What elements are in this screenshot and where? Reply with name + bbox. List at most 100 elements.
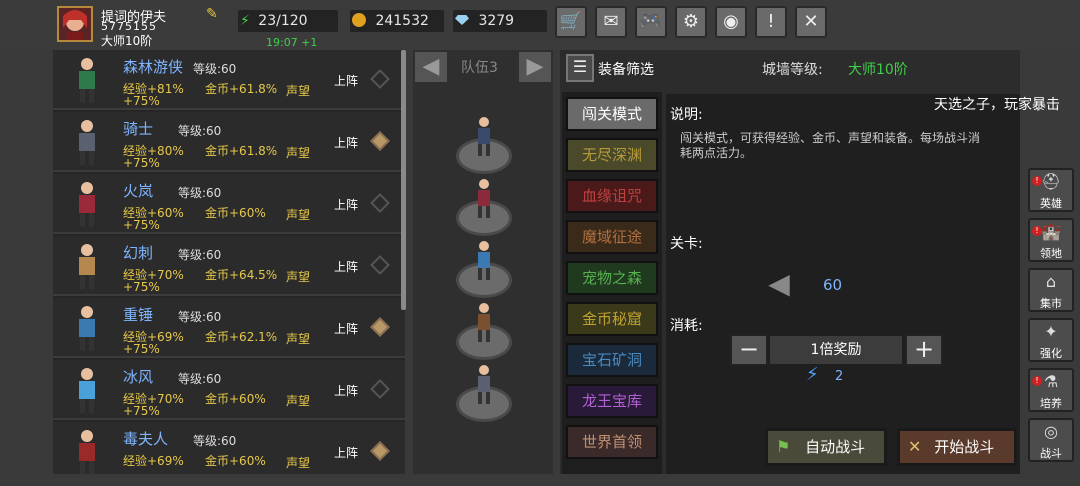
gold-value: 241532 [375,13,429,29]
stage-prev-arrow-icon[interactable]: ◀ [765,268,793,300]
mode-tab[interactable]: 宝石矿洞 [566,343,658,377]
team-prev-arrow-icon[interactable]: ◀ [415,52,447,82]
hero-sprite-icon [79,244,95,289]
mail-button[interactable]: ✉ [595,6,627,38]
hero-row[interactable]: 幻刺 等级:60 经验+70% 金币+64.5% 声望 +75% 上阵 [53,236,405,296]
deploy-button[interactable]: 上阵 [334,444,358,461]
team-hero-sprite-icon [478,303,490,342]
mode-tab[interactable]: 闯关模式 [566,97,658,131]
mode-tab[interactable]: 无尽深渊 [566,138,658,172]
lightning-icon: ⚡ [806,364,819,385]
wall-level-value: 大师10阶 [848,62,908,78]
deploy-toggle-icon[interactable] [370,255,390,275]
lightning-icon: ⚡ [240,13,250,29]
gamepad-button[interactable]: 🎮 [635,6,667,38]
hero-gold-bonus: 金币+61.8% [205,144,278,158]
deploy-toggle-icon[interactable] [370,69,390,89]
start-battle-label: 开始战斗 [934,438,995,456]
event-icon: ! [767,11,775,32]
increase-multiplier-button[interactable]: + [905,334,943,366]
team-title: 队伍3 [461,60,498,76]
hero-row[interactable]: 火岚 等级:60 经验+60% 金币+60% 声望 +75% 上阵 [53,174,405,234]
upgrade-icon: ✦ [1044,322,1058,341]
wheel-button[interactable]: ◉ [715,6,747,38]
avatar[interactable] [57,6,93,42]
deploy-button[interactable]: 上阵 [334,72,358,89]
deploy-toggle-icon[interactable] [370,131,390,151]
decrease-multiplier-button[interactable]: − [730,334,768,366]
side-nav-upgrade[interactable]: ✦ 强化 [1028,318,1074,362]
mode-tab[interactable]: 世界首领 [566,425,658,459]
hero-name: 骑士 [123,120,154,138]
menu-icon[interactable]: ☰ [566,54,594,82]
hero-fame-bonus: +75% [123,404,160,418]
crossed-swords-button[interactable]: ✕ [795,6,827,38]
hero-name: 幻刺 [123,244,154,262]
side-nav-castle[interactable]: 🏰 ! 领地 [1028,218,1074,262]
hero-name: 冰风 [123,368,154,386]
deploy-toggle-icon[interactable] [370,317,390,337]
stage-title: 关卡: [670,236,703,252]
team-hero-sprite-icon [478,117,490,156]
equipment-filter-label[interactable]: 装备筛选 [598,59,654,79]
hero-row[interactable]: 重锤 等级:60 经验+69% 金币+62.1% 声望 +75% 上阵 [53,298,405,358]
mode-tab[interactable]: 血缘诅咒 [566,179,658,213]
portal-icon: ◎ [1044,422,1058,441]
side-nav-portal[interactable]: ◎ 战斗 [1028,418,1074,462]
deploy-button[interactable]: 上阵 [334,134,358,151]
hero-row[interactable]: 骑士 等级:60 经验+80% 金币+61.8% 声望 +75% 上阵 [53,112,405,172]
alert-badge-icon: ! [1032,226,1042,236]
player-rank: 大师10阶 [101,34,153,48]
mode-tab[interactable]: 魔域征途 [566,220,658,254]
hero-level: 等级:60 [193,62,237,76]
hero-sprite-icon [79,368,95,413]
hero-name: 火岚 [123,182,154,200]
reward-multiplier: 1倍奖励 [770,336,902,364]
stage-value: 60 [823,276,843,294]
hero-list[interactable]: 森林游侠 等级:60 经验+81% 金币+61.8% 声望 +75% 上阵 骑士… [53,50,405,474]
broadcast-marquee: 天选之子，玩家暴击 [934,97,1060,113]
event-button[interactable]: ! [755,6,787,38]
start-battle-button[interactable]: ✕ 开始战斗 [897,428,1017,466]
side-nav-label: 强化 [1040,347,1062,360]
edit-icon[interactable]: ✎ [206,6,218,22]
gear-button[interactable]: ⚙ [675,6,707,38]
hero-fame-bonus: +75% [123,94,160,108]
deploy-button[interactable]: 上阵 [334,258,358,275]
hero-fame-label: 声望 [286,208,311,222]
shop-button[interactable]: 🛒 [555,6,587,38]
mode-tab[interactable]: 宠物之森 [566,261,658,295]
deploy-toggle-icon[interactable] [370,379,390,399]
hero-row[interactable]: 森林游侠 等级:60 经验+81% 金币+61.8% 声望 +75% 上阵 [53,50,405,110]
side-nav-helmet[interactable]: ⛑ ! 英雄 [1028,168,1074,212]
side-nav-market[interactable]: ⌂ 集市 [1028,268,1074,312]
hero-level: 等级:60 [178,372,222,386]
hero-list-scrollbar[interactable] [401,50,406,310]
hero-sprite-icon [79,430,95,474]
hero-gold-bonus: 金币+60% [205,206,266,220]
deploy-button[interactable]: 上阵 [334,196,358,213]
hero-name: 毒夫人 [123,430,169,448]
hero-fame-label: 声望 [286,84,311,98]
hero-fame-label: 声望 [286,394,311,408]
deploy-button[interactable]: 上阵 [334,382,358,399]
side-nav-label: 领地 [1040,247,1062,260]
deploy-toggle-icon[interactable] [370,441,390,461]
side-nav-potion[interactable]: ⚗ ! 培养 [1028,368,1074,412]
hero-gold-bonus: 金币+60% [205,392,266,406]
stamina-box: ⚡ 23/120 [238,10,338,32]
gem-box: 3279 [453,10,547,32]
mode-tab[interactable]: 金币秘窟 [566,302,658,336]
auto-battle-label: 自动战斗 [805,438,866,456]
auto-battle-button[interactable]: ⚑ 自动战斗 [765,428,887,466]
deploy-button[interactable]: 上阵 [334,320,358,337]
mode-tab[interactable]: 龙王宝库 [566,384,658,418]
deploy-toggle-icon[interactable] [370,193,390,213]
hero-gold-bonus: 金币+60% [205,454,266,468]
hero-row[interactable]: 毒夫人 等级:60 经验+69% 金币+60% 声望 上阵 [53,422,405,474]
hero-fame-label: 声望 [286,332,311,346]
alert-badge-icon: ! [1032,376,1042,386]
hero-sprite-icon [79,58,95,103]
hero-row[interactable]: 冰风 等级:60 经验+70% 金币+60% 声望 +75% 上阵 [53,360,405,420]
team-next-arrow-icon[interactable]: ▶ [519,52,551,82]
